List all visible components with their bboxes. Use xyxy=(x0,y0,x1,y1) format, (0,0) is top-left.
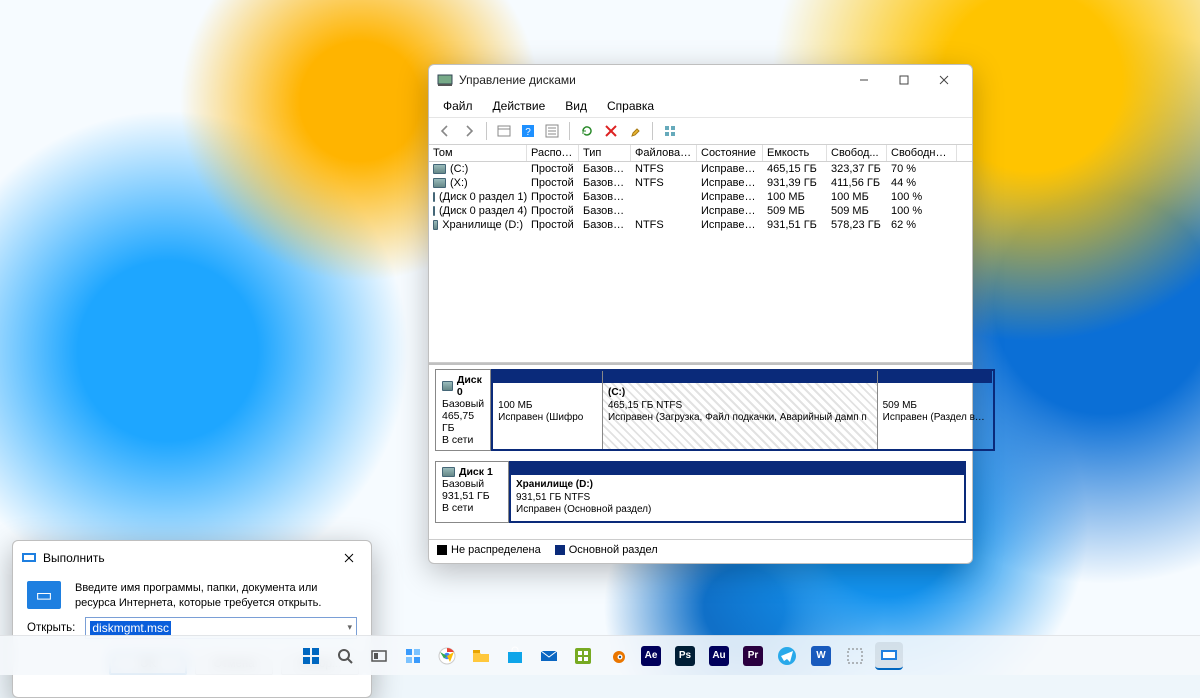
disk-graphical-panel: Диск 0 Базовый 465,75 ГБ В сети 100 МБИс… xyxy=(429,363,972,539)
taskbar-after-effects[interactable]: Ae xyxy=(637,642,665,670)
menu-view[interactable]: Вид xyxy=(557,97,595,115)
taskbar-store[interactable] xyxy=(501,642,529,670)
volume-row[interactable]: Хранилище (D:) ПростойБазовыйNTFS Исправ… xyxy=(429,218,972,232)
volume-icon xyxy=(433,178,446,188)
run-close-button[interactable] xyxy=(335,547,363,569)
menu-action[interactable]: Действие xyxy=(485,97,554,115)
delete-icon[interactable] xyxy=(601,121,621,141)
partition[interactable]: Хранилище (D:)931,51 ГБ NTFSИсправен (Ос… xyxy=(511,463,964,521)
properties-icon[interactable] xyxy=(625,121,645,141)
maximize-button[interactable] xyxy=(884,66,924,94)
grid-icon[interactable] xyxy=(660,121,680,141)
details-icon[interactable] xyxy=(542,121,562,141)
run-titlebar[interactable]: Выполнить xyxy=(13,541,371,575)
back-icon[interactable] xyxy=(435,121,455,141)
taskbar-search[interactable] xyxy=(331,642,359,670)
toolbar: ? xyxy=(429,118,972,145)
svg-text:?: ? xyxy=(525,127,531,138)
col-freepct[interactable]: Свободно % xyxy=(887,145,957,161)
col-free[interactable]: Свобод... xyxy=(827,145,887,161)
volume-row[interactable]: (Диск 0 раздел 1) ПростойБазовый Исправе… xyxy=(429,190,972,204)
volume-icon xyxy=(433,206,435,216)
col-status[interactable]: Состояние xyxy=(697,145,763,161)
window-title: Управление дисками xyxy=(459,73,844,87)
taskbar-widgets[interactable] xyxy=(399,642,427,670)
menu-help[interactable]: Справка xyxy=(599,97,662,115)
taskbar-blender[interactable] xyxy=(603,642,631,670)
volume-list-header: Том Располо... Тип Файловая с... Состоян… xyxy=(429,145,972,162)
volume-list: Том Располо... Тип Файловая с... Состоян… xyxy=(429,145,972,363)
taskbar-run[interactable] xyxy=(875,642,903,670)
legend: Не распределена Основной раздел xyxy=(429,539,972,560)
taskbar-word[interactable]: W xyxy=(807,642,835,670)
volume-icon xyxy=(433,192,435,202)
run-title-text: Выполнить xyxy=(43,551,335,565)
volume-row[interactable]: (Диск 0 раздел 4) ПростойБазовый Исправе… xyxy=(429,204,972,218)
taskbar-audition[interactable]: Au xyxy=(705,642,733,670)
taskbar-telegram[interactable] xyxy=(773,642,801,670)
taskbar-explorer[interactable] xyxy=(467,642,495,670)
disk-label: Диск 0 xyxy=(457,374,484,398)
taskbar-premiere[interactable]: Pr xyxy=(739,642,767,670)
col-layout[interactable]: Располо... xyxy=(527,145,579,161)
help-icon[interactable]: ? xyxy=(518,121,538,141)
app-icon xyxy=(437,72,453,88)
partition[interactable]: (C:)465,15 ГБ NTFSИсправен (Загрузка, Фа… xyxy=(603,371,878,449)
legend-swatch-unallocated xyxy=(437,545,447,555)
refresh-icon[interactable] xyxy=(577,121,597,141)
legend-swatch-primary xyxy=(555,545,565,555)
volume-icon xyxy=(433,164,446,174)
run-app-icon xyxy=(21,550,37,566)
minimize-button[interactable] xyxy=(844,66,884,94)
col-type[interactable]: Тип xyxy=(579,145,631,161)
partition[interactable]: 100 МБИсправен (Шифро xyxy=(493,371,603,449)
taskbar-chrome[interactable] xyxy=(433,642,461,670)
run-prompt: Введите имя программы, папки, документа … xyxy=(75,581,357,611)
col-volume[interactable]: Том xyxy=(429,145,527,161)
col-fs[interactable]: Файловая с... xyxy=(631,145,697,161)
taskbar-snip[interactable] xyxy=(841,642,869,670)
disk-icon xyxy=(442,467,455,477)
taskbar-xbox[interactable] xyxy=(569,642,597,670)
taskbar-mail[interactable] xyxy=(535,642,563,670)
taskbar: AePsAuPr W xyxy=(0,635,1200,675)
disk-info[interactable]: Диск 0 Базовый 465,75 ГБ В сети xyxy=(435,369,491,451)
taskbar-photoshop[interactable]: Ps xyxy=(671,642,699,670)
forward-icon[interactable] xyxy=(459,121,479,141)
view-table-icon[interactable] xyxy=(494,121,514,141)
col-capacity[interactable]: Емкость xyxy=(763,145,827,161)
volume-icon xyxy=(433,220,438,230)
run-icon: ▭ xyxy=(27,581,61,609)
disk-row: Диск 0 Базовый 465,75 ГБ В сети 100 МБИс… xyxy=(435,369,966,451)
run-open-value: diskmgmt.msc xyxy=(90,621,171,635)
volume-row[interactable]: (C:) ПростойБазовыйNTFS Исправен...465,1… xyxy=(429,162,972,176)
close-button[interactable] xyxy=(924,66,964,94)
partition[interactable]: 509 МБИсправен (Раздел восстан xyxy=(878,371,993,449)
disk-label: Диск 1 xyxy=(459,466,493,478)
volume-row[interactable]: (X:) ПростойБазовыйNTFS Исправен...931,3… xyxy=(429,176,972,190)
menubar: Файл Действие Вид Справка xyxy=(429,95,972,118)
taskbar-taskview[interactable] xyxy=(365,642,393,670)
disk-management-window: Управление дисками Файл Действие Вид Спр… xyxy=(428,64,973,564)
disk-info[interactable]: Диск 1 Базовый 931,51 ГБ В сети xyxy=(435,461,509,523)
disk-row: Диск 1 Базовый 931,51 ГБ В сети Хранилищ… xyxy=(435,461,966,523)
chevron-down-icon[interactable]: ▾ xyxy=(347,622,352,633)
titlebar[interactable]: Управление дисками xyxy=(429,65,972,95)
disk-icon xyxy=(442,381,453,391)
run-open-label: Открыть: xyxy=(27,622,75,634)
taskbar-start[interactable] xyxy=(297,642,325,670)
menu-file[interactable]: Файл xyxy=(435,97,481,115)
